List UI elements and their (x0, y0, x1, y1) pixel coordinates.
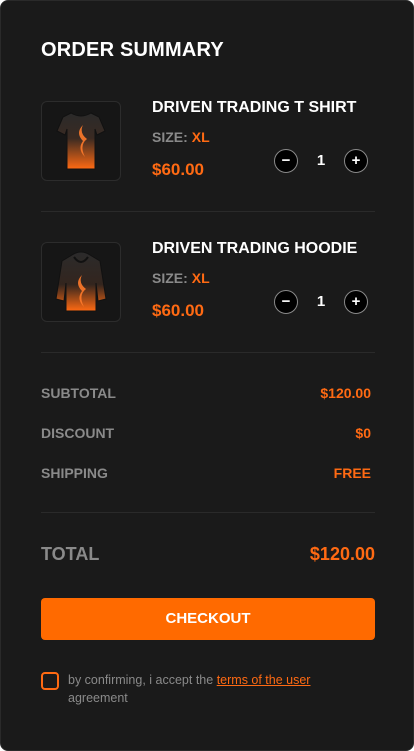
product-image-tshirt[interactable] (41, 101, 121, 181)
page-title: ORDER SUMMARY (41, 39, 224, 61)
product-name: DRIVEN TRADING HOODIE (152, 240, 358, 257)
quantity-value: 1 (316, 293, 326, 310)
quantity-value: 1 (316, 152, 326, 169)
order-summary-panel: ORDER SUMMARY DRIVEN TRADING T SHIRT SIZ… (0, 0, 414, 751)
product-size: SIZE: XL (152, 129, 210, 145)
terms-link[interactable]: terms of the user (217, 673, 311, 687)
size-value: XL (191, 129, 210, 145)
product-price: $60.00 (152, 160, 204, 179)
product-price: $60.00 (152, 301, 204, 320)
size-value: XL (191, 270, 210, 286)
discount-row: DISCOUNT $0 (41, 425, 371, 441)
agreement-checkbox[interactable] (41, 672, 59, 690)
subtotal-value: $120.00 (320, 385, 371, 401)
size-label: SIZE: (152, 129, 188, 145)
subtotal-row: SUBTOTAL $120.00 (41, 385, 371, 401)
shipping-value: FREE (333, 465, 371, 481)
agreement-suffix: agreement (68, 691, 128, 705)
tshirt-icon (56, 112, 106, 170)
divider (41, 352, 375, 353)
shipping-row: SHIPPING FREE (41, 465, 371, 481)
total-label: TOTAL (41, 544, 100, 564)
cart-item-hoodie: DRIVEN TRADING HOODIE SIZE: XL $60.00 − 1… (41, 240, 375, 352)
subtotal-label: SUBTOTAL (41, 385, 116, 401)
product-size: SIZE: XL (152, 270, 210, 286)
divider (41, 211, 375, 212)
agreement-prefix: by confirming, i accept the (68, 673, 217, 687)
product-name: DRIVEN TRADING T SHIRT (152, 99, 357, 116)
cart-item-tshirt: DRIVEN TRADING T SHIRT SIZE: XL $60.00 − … (41, 99, 375, 211)
shipping-label: SHIPPING (41, 465, 108, 481)
decrement-button[interactable]: − (274, 290, 298, 314)
total-row: TOTAL $120.00 (41, 544, 375, 565)
discount-label: DISCOUNT (41, 425, 115, 441)
hoodie-icon (55, 251, 107, 312)
size-label: SIZE: (152, 270, 188, 286)
checkout-button[interactable]: CHECKOUT (41, 598, 375, 640)
decrement-button[interactable]: − (274, 149, 298, 173)
product-image-hoodie[interactable] (41, 242, 121, 322)
increment-button[interactable]: + (344, 149, 368, 173)
divider (41, 512, 375, 513)
quantity-stepper: − 1 + (274, 149, 370, 175)
increment-button[interactable]: + (344, 290, 368, 314)
discount-value: $0 (355, 425, 371, 441)
total-value: $120.00 (309, 544, 375, 564)
agreement-text: by confirming, i accept the terms of the… (68, 671, 368, 707)
quantity-stepper: − 1 + (274, 290, 370, 316)
